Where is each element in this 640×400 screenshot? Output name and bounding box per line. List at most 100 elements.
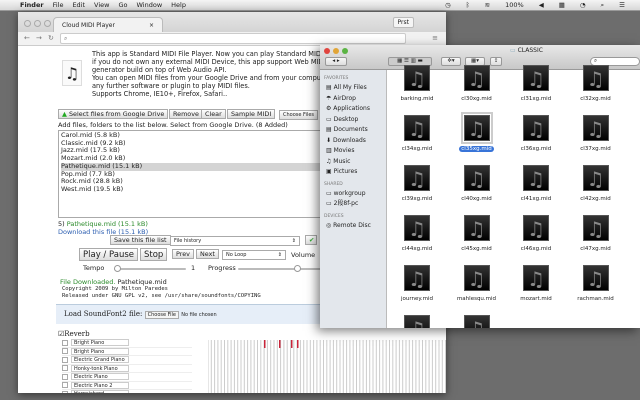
sidebar-item[interactable]: ♫ Music bbox=[320, 157, 386, 168]
file-icon-item[interactable]: ♫ cl42xg.mid bbox=[566, 165, 626, 202]
sidebar-item[interactable]: ▤ All My Files bbox=[320, 83, 386, 94]
sidebar-item[interactable]: ☂ AirDrop bbox=[320, 94, 386, 105]
battery-status[interactable]: 100% bbox=[505, 1, 524, 10]
instrument-checkbox[interactable] bbox=[62, 390, 68, 393]
sample-midi-button[interactable]: Sample MIDI bbox=[227, 109, 276, 119]
sidebar-item[interactable]: ◎ Remote Disc bbox=[320, 221, 386, 232]
reverb-checkbox[interactable]: ☑Reverb bbox=[58, 330, 90, 338]
window-controls[interactable] bbox=[324, 48, 348, 54]
file-list[interactable]: Carol.mid (5.8 kB) Classic.mid (9.2 kB) Ja… bbox=[58, 130, 328, 218]
sidebar-item-label: Music bbox=[333, 157, 351, 165]
file-icon-item[interactable]: ♫ bbox=[447, 315, 507, 328]
instrument-checkbox[interactable] bbox=[62, 348, 68, 355]
instrument-name[interactable]: Harpsichord bbox=[71, 390, 129, 393]
instrument-checkbox[interactable] bbox=[62, 382, 68, 389]
menu-icon[interactable]: ≡ bbox=[432, 34, 438, 42]
file-icon-item[interactable]: ♫ mahlesqu.mid bbox=[447, 265, 507, 302]
notification-icon[interactable]: ☰ bbox=[619, 1, 625, 10]
file-icon-item[interactable]: ♫ cl31xg.mid bbox=[506, 65, 566, 102]
sidebar-item[interactable]: ▭ Desktop bbox=[320, 115, 386, 126]
file-history-select[interactable]: File history ⇕ bbox=[170, 236, 300, 246]
sidebar-item[interactable]: ⚙ Applications bbox=[320, 104, 386, 115]
menu-window[interactable]: Window bbox=[137, 1, 163, 9]
file-icon-item[interactable]: ♫ cl40xg.mid bbox=[447, 165, 507, 202]
instrument-name[interactable]: Electric Piano bbox=[71, 373, 129, 381]
file-icon-item[interactable]: ♫ journey.mid bbox=[387, 265, 447, 302]
sidebar-item[interactable]: ▭ workgroup bbox=[320, 189, 386, 200]
choose-files-button[interactable]: Choose Files bbox=[279, 110, 319, 120]
stop-button[interactable]: Stop bbox=[140, 248, 168, 261]
loop-select[interactable]: No Loop ⇕ bbox=[222, 250, 286, 260]
download-link[interactable]: Download this file bbox=[58, 228, 116, 236]
menu-finder[interactable]: Finder bbox=[20, 1, 44, 9]
file-icon-item[interactable]: ♫ bbox=[387, 315, 447, 328]
instrument-name[interactable]: Honky-tonk Piano bbox=[71, 364, 129, 372]
menu-file[interactable]: File bbox=[53, 1, 64, 9]
instrument-checkbox[interactable] bbox=[62, 356, 68, 363]
instrument-name[interactable]: Electric Piano 2 bbox=[71, 381, 129, 389]
save-file-list-button[interactable]: Save this file list bbox=[110, 235, 171, 245]
file-name: cl31xg.mid bbox=[520, 96, 552, 102]
soundfont-choose-button[interactable]: Choose File bbox=[144, 311, 180, 319]
reload-icon[interactable]: ↻ bbox=[48, 34, 54, 42]
file-icon-item[interactable]: ♫ barking.mid bbox=[387, 65, 447, 102]
menu-help[interactable]: Help bbox=[171, 1, 186, 9]
file-icon-item[interactable]: ♫ cl30xg.mid bbox=[447, 65, 507, 102]
sidebar-item[interactable]: ⬇ Downloads bbox=[320, 136, 386, 147]
remove-button[interactable]: Remove bbox=[169, 109, 203, 119]
file-icon-item[interactable]: ♫ cl41xg.mid bbox=[506, 165, 566, 202]
menu-edit[interactable]: Edit bbox=[72, 1, 85, 9]
file-icon-item[interactable]: ♫ cl37xg.mid bbox=[566, 115, 626, 152]
file-icon-item[interactable]: ♫ cl32xg.mid bbox=[566, 65, 626, 102]
clear-button[interactable]: Clear bbox=[201, 109, 226, 119]
instrument-checkbox[interactable] bbox=[62, 373, 68, 380]
menu-view[interactable]: View bbox=[94, 1, 109, 9]
address-bar[interactable]: ⌕ bbox=[60, 33, 406, 44]
spotlight-icon[interactable]: ⌕ bbox=[601, 1, 605, 10]
play-pause-button[interactable]: Play / Pause bbox=[79, 248, 138, 261]
sidebar-item[interactable]: ▭ 2段8f-pc bbox=[320, 199, 386, 210]
google-drive-button[interactable]: ▲ Select files from Google Drive bbox=[58, 109, 169, 119]
menu-go[interactable]: Go bbox=[118, 1, 127, 9]
piano-roll bbox=[208, 340, 446, 393]
instrument-row: Bright Piano bbox=[62, 339, 192, 348]
file-icon-item[interactable]: ♫ cl45xg.mid bbox=[447, 215, 507, 252]
sidebar-item[interactable]: ▣ Pictures bbox=[320, 167, 386, 178]
instrument-name[interactable]: Bright Piano bbox=[71, 339, 129, 347]
instrument-name[interactable]: Electric Grand Piano bbox=[71, 356, 129, 364]
file-icon-item[interactable]: ♫ cl44xg.mid bbox=[387, 215, 447, 252]
window-controls[interactable] bbox=[24, 20, 51, 27]
close-tab-icon[interactable]: × bbox=[149, 22, 154, 29]
instrument-name[interactable]: Bright Piano bbox=[71, 347, 129, 355]
file-icon-item[interactable]: ♫ cl46xg.mid bbox=[506, 215, 566, 252]
time-machine-icon[interactable]: ◷ bbox=[445, 1, 451, 10]
checkmark-button[interactable]: ✔ bbox=[305, 235, 317, 245]
file-icon-item[interactable]: ♫ cl34xg.mid bbox=[387, 115, 447, 152]
file-icon-item[interactable]: ♫ cl36xg.mid bbox=[506, 115, 566, 152]
next-button[interactable]: Next bbox=[196, 249, 219, 259]
clock-icon[interactable]: ◔ bbox=[580, 1, 586, 10]
progress-knob[interactable] bbox=[294, 265, 302, 272]
wifi-icon[interactable]: ≋ bbox=[485, 1, 490, 10]
sidebar-item[interactable]: ▤ Documents bbox=[320, 125, 386, 136]
file-icon-item[interactable]: ♫ cl47xg.mid bbox=[566, 215, 626, 252]
file-icon-item[interactable]: ♫ cl39xg.mid bbox=[387, 165, 447, 202]
instrument-checkbox[interactable] bbox=[62, 339, 68, 346]
tempo-slider[interactable] bbox=[114, 265, 186, 272]
back-icon[interactable]: ← bbox=[24, 34, 30, 42]
prev-button[interactable]: Prev bbox=[172, 249, 194, 259]
tab-cloud-midi-player[interactable]: Cloud MIDI Player × bbox=[53, 17, 163, 32]
sidebar-item[interactable]: ▥ Movies bbox=[320, 146, 386, 157]
file-icon-item[interactable]: ♫ rachman.mid bbox=[566, 265, 626, 302]
file-list-item[interactable]: West.mid (19.5 kB) bbox=[61, 185, 325, 194]
volume-icon[interactable]: ◀ bbox=[539, 1, 544, 10]
flag-icon[interactable]: ▦ bbox=[559, 1, 565, 10]
forward-icon[interactable]: → bbox=[36, 34, 42, 42]
profile-button[interactable]: Prst bbox=[392, 17, 414, 28]
back-forward-buttons[interactable]: ◂ ▸ bbox=[325, 57, 347, 66]
bluetooth-icon[interactable]: ᛒ bbox=[466, 1, 470, 10]
file-icon-item[interactable]: ♫ cl35xg.mid bbox=[447, 112, 507, 152]
tempo-knob[interactable] bbox=[114, 265, 121, 272]
instrument-checkbox[interactable] bbox=[62, 365, 68, 372]
file-icon-item[interactable]: ♫ mozart.mid bbox=[506, 265, 566, 302]
